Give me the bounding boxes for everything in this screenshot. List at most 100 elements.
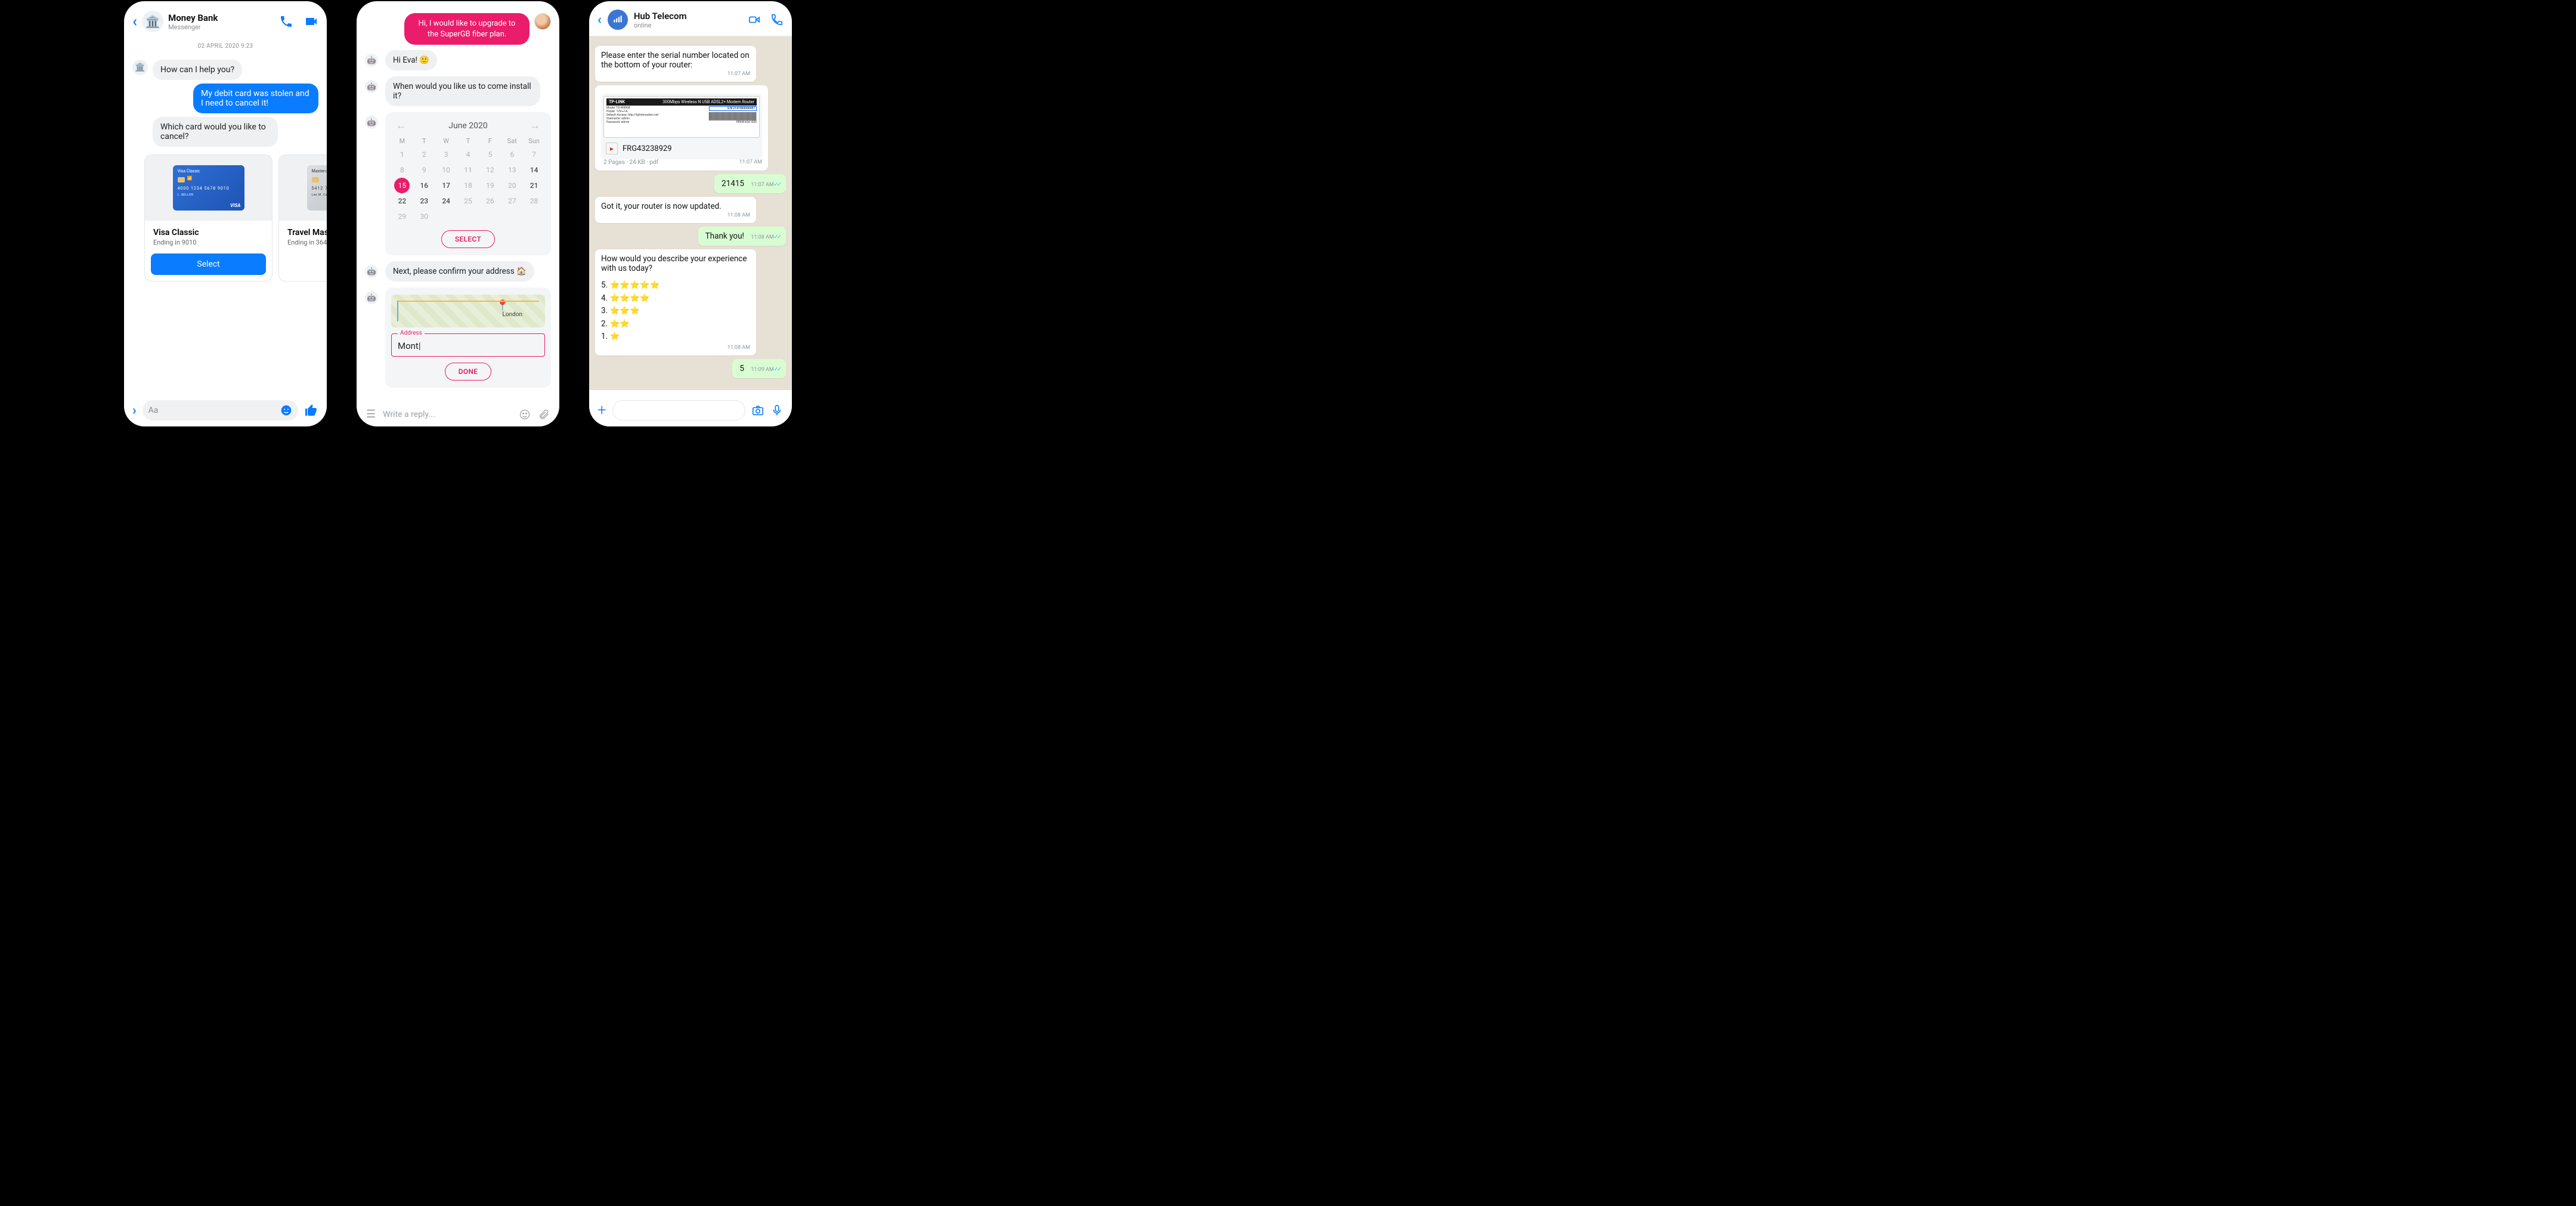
attach-icon[interactable] [538, 409, 550, 420]
camera-icon[interactable] [751, 404, 764, 417]
add-icon[interactable]: + [597, 401, 606, 419]
survey-options[interactable]: 5. ⭐⭐⭐⭐⭐4. ⭐⭐⭐⭐3. ⭐⭐⭐2. ⭐⭐1. ⭐ [601, 279, 750, 344]
card-carousel[interactable]: Visa Classic 📶 4000 1234 5678 9010 L. MI… [124, 149, 327, 287]
calendar-day[interactable]: 21 [523, 178, 545, 193]
header: ‹ Hub Telecom online [589, 1, 792, 36]
calendar-day[interactable]: 10 [435, 162, 457, 178]
message-attachment[interactable]: TP-LINK300Mbps Wireless N USB ADSL2+ Mod… [595, 85, 768, 171]
calendar-day[interactable]: 11 [457, 162, 479, 178]
message-survey[interactable]: How would you describe your experience w… [595, 249, 756, 355]
message-time: 11:07 AM [601, 71, 750, 77]
calendar-day[interactable]: 14 [523, 162, 545, 178]
survey-option[interactable]: 5. ⭐⭐⭐⭐⭐ [601, 279, 750, 292]
calendar-day[interactable]: 27 [501, 193, 523, 209]
phone-telecom-chat: Hi, I would like to upgrade to the Super… [357, 1, 559, 426]
prev-month-icon[interactable]: ← [396, 119, 407, 132]
file-name: FRG43238929 [623, 144, 672, 153]
address-input[interactable]: Address Mont [391, 333, 545, 357]
calendar-day[interactable]: 12 [479, 162, 501, 178]
video-icon[interactable] [748, 13, 761, 26]
address-label: Address [398, 330, 425, 336]
video-icon[interactable] [304, 14, 318, 29]
card-subtitle: Ending in 364… [279, 239, 327, 253]
message-out: 5 11:09 AM [732, 359, 786, 378]
calendar-day[interactable]: 19 [479, 178, 501, 193]
message-input[interactable] [612, 400, 745, 420]
survey-option[interactable]: 3. ⭐⭐⭐ [601, 305, 750, 318]
card-subtitle: Ending in 9010 [145, 239, 272, 253]
bot-avatar: 🤖 [365, 80, 378, 93]
like-icon[interactable] [304, 403, 318, 418]
calendar-day[interactable]: 3 [435, 147, 457, 162]
bot-avatar: 🤖 [365, 265, 378, 278]
next-month-icon[interactable]: → [530, 119, 540, 132]
calendar-day[interactable]: 8 [391, 162, 413, 178]
message-out: Hi, I would like to upgrade to the Super… [357, 11, 559, 47]
calendar-day[interactable]: 13 [501, 162, 523, 178]
calendar-day[interactable]: 25 [457, 193, 479, 209]
address-value: Mont [398, 341, 421, 351]
message-text: 5 [739, 364, 744, 373]
contact-name: Money Bank [168, 13, 218, 23]
contact-avatar[interactable]: 🏛️ [142, 11, 163, 32]
survey-option[interactable]: 2. ⭐⭐ [601, 318, 750, 331]
message-in: 🤖 When would you like us to come install… [357, 73, 559, 109]
survey-option[interactable]: 1. ⭐ [601, 330, 750, 344]
calendar-day[interactable]: 23 [413, 193, 435, 209]
message-text: Thank you! [705, 231, 744, 241]
calendar-day[interactable]: 26 [479, 193, 501, 209]
calendar-day[interactable]: 28 [523, 193, 545, 209]
calendar-day[interactable]: 7 [523, 147, 545, 162]
calendar-day[interactable]: 18 [457, 178, 479, 193]
emoji-icon[interactable] [519, 409, 531, 420]
menu-icon[interactable]: ☰ [366, 408, 376, 420]
card-visa[interactable]: Visa Classic 📶 4000 1234 5678 9010 L. MI… [144, 154, 273, 282]
message-time: 11:09 AM [751, 367, 780, 373]
back-button[interactable]: ‹ [132, 13, 137, 30]
message-out: My debit card was stolen and I need to c… [124, 82, 327, 115]
calendar-day[interactable]: 20 [501, 178, 523, 193]
calendar-day[interactable]: 29 [391, 209, 413, 224]
message-time: 11:07 AM [751, 182, 780, 188]
calendar-grid[interactable]: MTWTFSatSun12345678910111213141516171819… [391, 135, 545, 224]
input-bar: › Aa [124, 400, 327, 420]
header-titles: Money Bank Messenger [168, 13, 218, 31]
calendar-day[interactable]: 5 [479, 147, 501, 162]
calendar-day[interactable]: 6 [501, 147, 523, 162]
select-date-button[interactable]: SELECT [441, 230, 495, 248]
message-time: 11:08 AM [601, 345, 750, 351]
calendar-day[interactable]: 22 [391, 193, 413, 209]
calendar-day[interactable]: 9 [413, 162, 435, 178]
select-button[interactable]: Select [151, 253, 266, 275]
card-image: Visa Classic 📶 4000 1234 5678 9010 L. MI… [145, 155, 272, 221]
input-placeholder[interactable]: Write a reply... [383, 410, 512, 419]
card-title: Visa Classic [145, 221, 272, 239]
calendar-day[interactable]: 15 [394, 178, 410, 193]
user-avatar [534, 13, 551, 30]
contact-avatar[interactable] [608, 10, 628, 30]
done-button[interactable]: DONE [445, 363, 492, 381]
calendar-day[interactable]: 1 [391, 147, 413, 162]
message-text: My debit card was stolen and I need to c… [193, 84, 318, 113]
calendar-day[interactable]: 17 [435, 178, 457, 193]
calendar-day[interactable]: 30 [413, 209, 435, 224]
mic-icon[interactable] [770, 404, 784, 417]
message-text: Please enter the serial number located o… [601, 51, 750, 70]
message-time: 11:07 AM [739, 159, 762, 166]
calendar-day[interactable]: 2 [413, 147, 435, 162]
back-button[interactable]: ‹ [597, 13, 602, 27]
message-input[interactable]: Aa [143, 400, 298, 420]
calendar-day[interactable]: 24 [435, 193, 457, 209]
call-icon[interactable] [279, 14, 293, 29]
calendar-day[interactable]: 4 [457, 147, 479, 162]
map-preview[interactable]: 📍 London [391, 295, 545, 327]
expand-icon[interactable]: › [132, 403, 137, 418]
emoji-icon[interactable] [280, 404, 292, 416]
call-icon[interactable] [770, 13, 784, 26]
card-mastercard[interactable]: Mastercar… 5412 7512 34… Lee M. Cardhold… [278, 154, 327, 282]
calendar-day[interactable]: 16 [413, 178, 435, 193]
header: ‹ 🏛️ Money Bank Messenger [124, 1, 327, 37]
message-text: Got it, your router is now updated. [601, 202, 722, 211]
bot-avatar: 🏛️ [132, 60, 148, 75]
survey-option[interactable]: 4. ⭐⭐⭐⭐ [601, 292, 750, 305]
